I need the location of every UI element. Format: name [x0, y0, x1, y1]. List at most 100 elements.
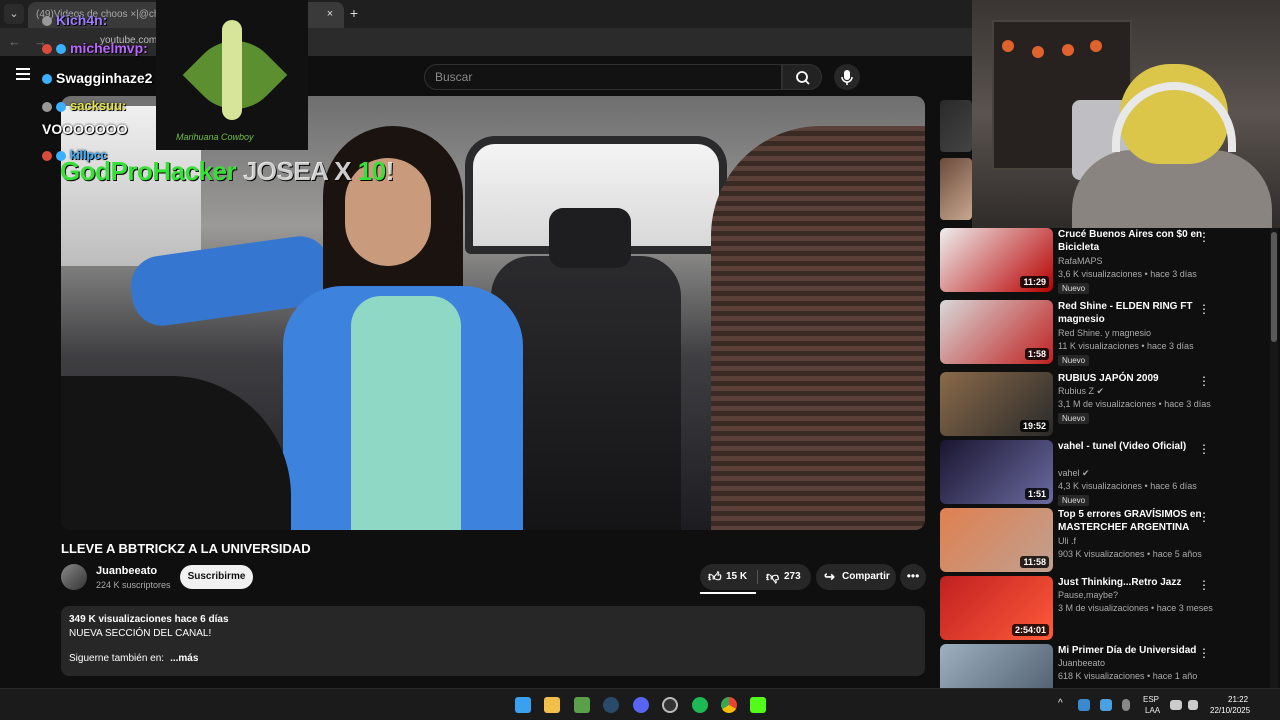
badge-icon: [42, 101, 52, 112]
recommendation-title[interactable]: Mi Primer Día de Universidad: [1058, 644, 1206, 657]
chevron-up-icon[interactable]: ^: [1058, 698, 1063, 709]
pumpkin-decoration: [1090, 40, 1102, 52]
badge-icon: [42, 16, 52, 27]
spotify-icon[interactable]: [692, 697, 708, 713]
video-duration: 1:58: [1024, 348, 1049, 360]
more-vert-icon[interactable]: ⋮: [1198, 302, 1210, 316]
recommendation-title[interactable]: Just Thinking...Retro Jazz: [1058, 576, 1206, 589]
steam-icon[interactable]: [603, 697, 619, 713]
recommendation-thumbnail[interactable]: 11:58: [940, 508, 1053, 572]
description-follow: Siguerne también en: ...más: [69, 653, 199, 664]
chat-line: michelmvp:: [42, 40, 148, 56]
badge-icon: [42, 150, 52, 161]
more-vert-icon[interactable]: ⋮: [1198, 578, 1210, 592]
scrollbar-thumb[interactable]: [1271, 232, 1277, 342]
volume-icon[interactable]: [1188, 700, 1198, 710]
chat-line: Kich4n:: [42, 12, 107, 28]
chat-line: Swagginhaze2: [42, 70, 152, 86]
recommendation-item[interactable]: 1:51 vahel - tunel (Video Oficial) vahel ✔…: [940, 440, 1280, 506]
more-vert-icon[interactable]: ⋮: [1198, 230, 1210, 244]
description-box[interactable]: 349 K visualizaciones hace 6 días NUEVA …: [61, 606, 925, 676]
chrome-icon[interactable]: [721, 697, 737, 713]
recommendation-title[interactable]: Crucé Buenos Aires con $0 en Bicicleta: [1058, 228, 1206, 254]
recommendation-item[interactable]: 1:58 Red Shine - ELDEN RING FT magnesio Re…: [940, 300, 1280, 366]
recommendation-stats: 903 K visualizaciones • hace 5 años: [1058, 549, 1202, 559]
recommendation-channel[interactable]: Red Shine. y magnesio: [1058, 328, 1151, 338]
video-duration: 2:54:01: [1011, 624, 1049, 636]
kick-icon[interactable]: [750, 697, 766, 713]
tray-app-icon[interactable]: [1100, 699, 1112, 711]
badge-icon: [56, 101, 66, 112]
person-right: [711, 126, 925, 530]
network-icon[interactable]: [1170, 700, 1182, 710]
language-layout[interactable]: LAA: [1145, 706, 1160, 715]
pumpkin-decoration: [1002, 40, 1014, 52]
voice-search-button[interactable]: [834, 64, 860, 90]
search-input[interactable]: [425, 65, 781, 89]
recommendation-channel[interactable]: RafaMAPS: [1058, 256, 1103, 266]
new-badge: Nuevo: [1058, 355, 1090, 366]
recommendation-stats: 11 K visualizaciones • hace 3 días: [1058, 341, 1194, 351]
recommendation-title[interactable]: vahel - tunel (Video Oficial): [1058, 440, 1206, 453]
recommendation-thumbnail[interactable]: 1:51: [940, 440, 1053, 504]
thumbs-down-icon: 👎︎: [766, 569, 780, 584]
recommendation-thumbnail[interactable]: 2:54:01: [940, 576, 1053, 640]
emote-figure: [222, 20, 242, 120]
recommendation-stats: 4,3 K visualizaciones • hace 6 días: [1058, 481, 1197, 491]
recommendation-thumbnail[interactable]: [940, 158, 972, 220]
recommendation-channel[interactable]: Rubius Z ✔: [1058, 386, 1104, 397]
share-button[interactable]: ↪ Compartir: [816, 564, 896, 590]
recommendation-channel[interactable]: Juanbeeato: [1058, 658, 1105, 668]
like-button[interactable]: 👍︎ 15 K: [700, 564, 756, 590]
search-box[interactable]: [424, 64, 782, 90]
video-duration: 1:51: [1024, 488, 1049, 500]
thumbs-up-icon: 👍︎: [708, 569, 722, 584]
obs-icon[interactable]: [662, 697, 678, 713]
language-indicator[interactable]: ESP: [1143, 695, 1159, 704]
recommendation-item[interactable]: 19:52 RUBIUS JAPÓN 2009 Rubius Z ✔ 3,1 M de…: [940, 372, 1280, 436]
tab-list-button[interactable]: ⌄: [4, 4, 24, 24]
dislike-button[interactable]: 👎︎ 273: [758, 564, 811, 590]
recommendation-thumbnail[interactable]: 11:29: [940, 228, 1053, 292]
recommendation-title[interactable]: Red Shine - ELDEN RING FT magnesio: [1058, 300, 1206, 326]
channel-avatar[interactable]: [61, 564, 87, 590]
microphone-icon[interactable]: [1122, 699, 1130, 711]
more-vert-icon[interactable]: ⋮: [1198, 374, 1210, 388]
windows-icon[interactable]: [515, 697, 531, 713]
show-more-link[interactable]: ...más: [170, 653, 198, 664]
recommendation-thumbnail[interactable]: 1:58: [940, 300, 1053, 364]
more-vert-icon[interactable]: ⋮: [1198, 646, 1210, 660]
more-vert-icon[interactable]: ⋮: [1198, 442, 1210, 456]
car-headrest: [549, 208, 631, 268]
menu-icon[interactable]: [16, 68, 30, 80]
recommendation-stats: 618 K visualizaciones • hace 1 año: [1058, 671, 1198, 681]
recommendation-channel[interactable]: Pause,maybe?: [1058, 590, 1118, 600]
recommendation-title[interactable]: Top 5 errores GRAVÍSIMOS en MASTERCHEF A…: [1058, 508, 1206, 534]
clock-time[interactable]: 21:22: [1228, 695, 1248, 704]
discord-icon[interactable]: [633, 697, 649, 713]
subscribe-button[interactable]: Suscribirme: [180, 565, 253, 589]
file-explorer-icon[interactable]: [544, 697, 560, 713]
clock-date[interactable]: 22/10/2025: [1210, 706, 1250, 715]
recommendation-channel[interactable]: Uli .f: [1058, 536, 1076, 546]
search-button[interactable]: [782, 64, 822, 90]
recommendation-item[interactable]: 11:58 Top 5 errores GRAVÍSIMOS en MASTERC…: [940, 508, 1280, 572]
recommendation-item[interactable]: 2:54:01 Just Thinking...Retro Jazz Pause,m…: [940, 576, 1280, 640]
recommendation-thumbnail[interactable]: [940, 100, 972, 152]
video-title: LLEVE A BBTRICKZ A LA UNIVERSIDAD: [61, 541, 311, 556]
more-vert-icon[interactable]: ⋮: [1198, 510, 1210, 524]
more-options-button[interactable]: •••: [900, 564, 926, 590]
new-tab-button[interactable]: +: [346, 5, 362, 21]
back-arrow-icon[interactable]: ←: [8, 34, 24, 50]
person-top: [351, 296, 461, 530]
recommendation-item[interactable]: 11:29 Crucé Buenos Aires con $0 en Bicicl…: [940, 228, 1280, 294]
channel-name[interactable]: Juanbeeato: [96, 565, 157, 577]
tab-close-icon[interactable]: ×: [322, 6, 338, 22]
recommendation-thumbnail[interactable]: 19:52: [940, 372, 1053, 436]
app-icon[interactable]: [574, 697, 590, 713]
sync-icon[interactable]: [1078, 699, 1090, 711]
recommendation-title[interactable]: RUBIUS JAPÓN 2009: [1058, 372, 1206, 385]
recommendation-stats: 3,6 K visualizaciones • hace 3 días: [1058, 269, 1197, 279]
recommendation-channel[interactable]: vahel ✔: [1058, 468, 1090, 479]
new-badge: Nuevo: [1058, 413, 1090, 424]
